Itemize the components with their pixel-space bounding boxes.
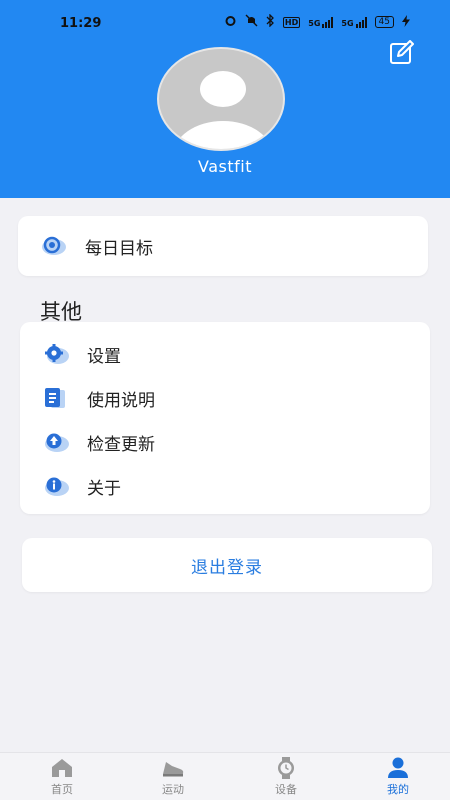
gear-icon [42, 343, 69, 365]
tab-label: 设备 [275, 783, 297, 796]
mute-icon [245, 14, 258, 30]
list-item-manual[interactable]: 使用说明 [20, 376, 430, 420]
list-item-label: 关于 [87, 478, 121, 499]
tab-label: 运动 [162, 783, 184, 796]
list-item-daily-goal[interactable]: 每日目标 [18, 224, 428, 268]
avatar-body-shape [173, 121, 273, 149]
manual-icon [42, 387, 68, 409]
tab-home[interactable]: 首页 [32, 757, 92, 800]
avatar[interactable] [157, 47, 285, 151]
goal-card: 每日目标 [18, 216, 428, 276]
home-icon [50, 757, 74, 779]
charging-icon [402, 14, 410, 30]
tab-sport[interactable]: 运动 [143, 757, 203, 800]
tab-mine[interactable]: 我的 [368, 757, 428, 800]
list-item-label: 使用说明 [87, 390, 155, 411]
info-icon [42, 475, 69, 497]
tab-label: 首页 [51, 783, 73, 796]
logout-label: 退出登录 [191, 557, 263, 578]
edit-profile-button[interactable] [388, 40, 416, 66]
hd-icon: HD [282, 16, 301, 28]
status-bar: 11:29 HD 5G 5G 45 [0, 0, 450, 44]
status-icons: HD 5G 5G 45 [224, 13, 410, 30]
list-item-about[interactable]: 关于 [20, 464, 430, 508]
list-item-label: 设置 [87, 346, 121, 367]
logout-button[interactable]: 退出登录 [22, 538, 432, 592]
list-item-settings[interactable]: 设置 [20, 332, 430, 376]
signal-icon-1: 5G [308, 16, 334, 28]
status-time: 11:29 [60, 16, 102, 31]
tab-label: 我的 [387, 783, 409, 796]
person-icon [386, 757, 410, 779]
list-item-label: 每日目标 [85, 238, 153, 259]
target-icon [40, 235, 66, 257]
list-item-check-update[interactable]: 检查更新 [20, 420, 430, 464]
bluetooth-icon [266, 13, 275, 30]
battery-icon: 45 [374, 16, 394, 28]
signal-icon-2: 5G [341, 16, 367, 28]
tab-device[interactable]: 设备 [256, 757, 316, 800]
update-icon [42, 431, 69, 453]
bottom-tab-bar: 首页 运动 设备 我的 [0, 752, 450, 800]
alarm-icon [224, 14, 237, 30]
avatar-head-shape [200, 71, 246, 107]
list-item-label: 检查更新 [87, 434, 155, 455]
shoe-icon [161, 757, 185, 779]
watch-icon [274, 757, 298, 779]
edit-icon [390, 40, 414, 64]
username: Vastfit [198, 157, 252, 176]
other-card: 设置 使用说明 检查更新 关于 [20, 322, 430, 514]
